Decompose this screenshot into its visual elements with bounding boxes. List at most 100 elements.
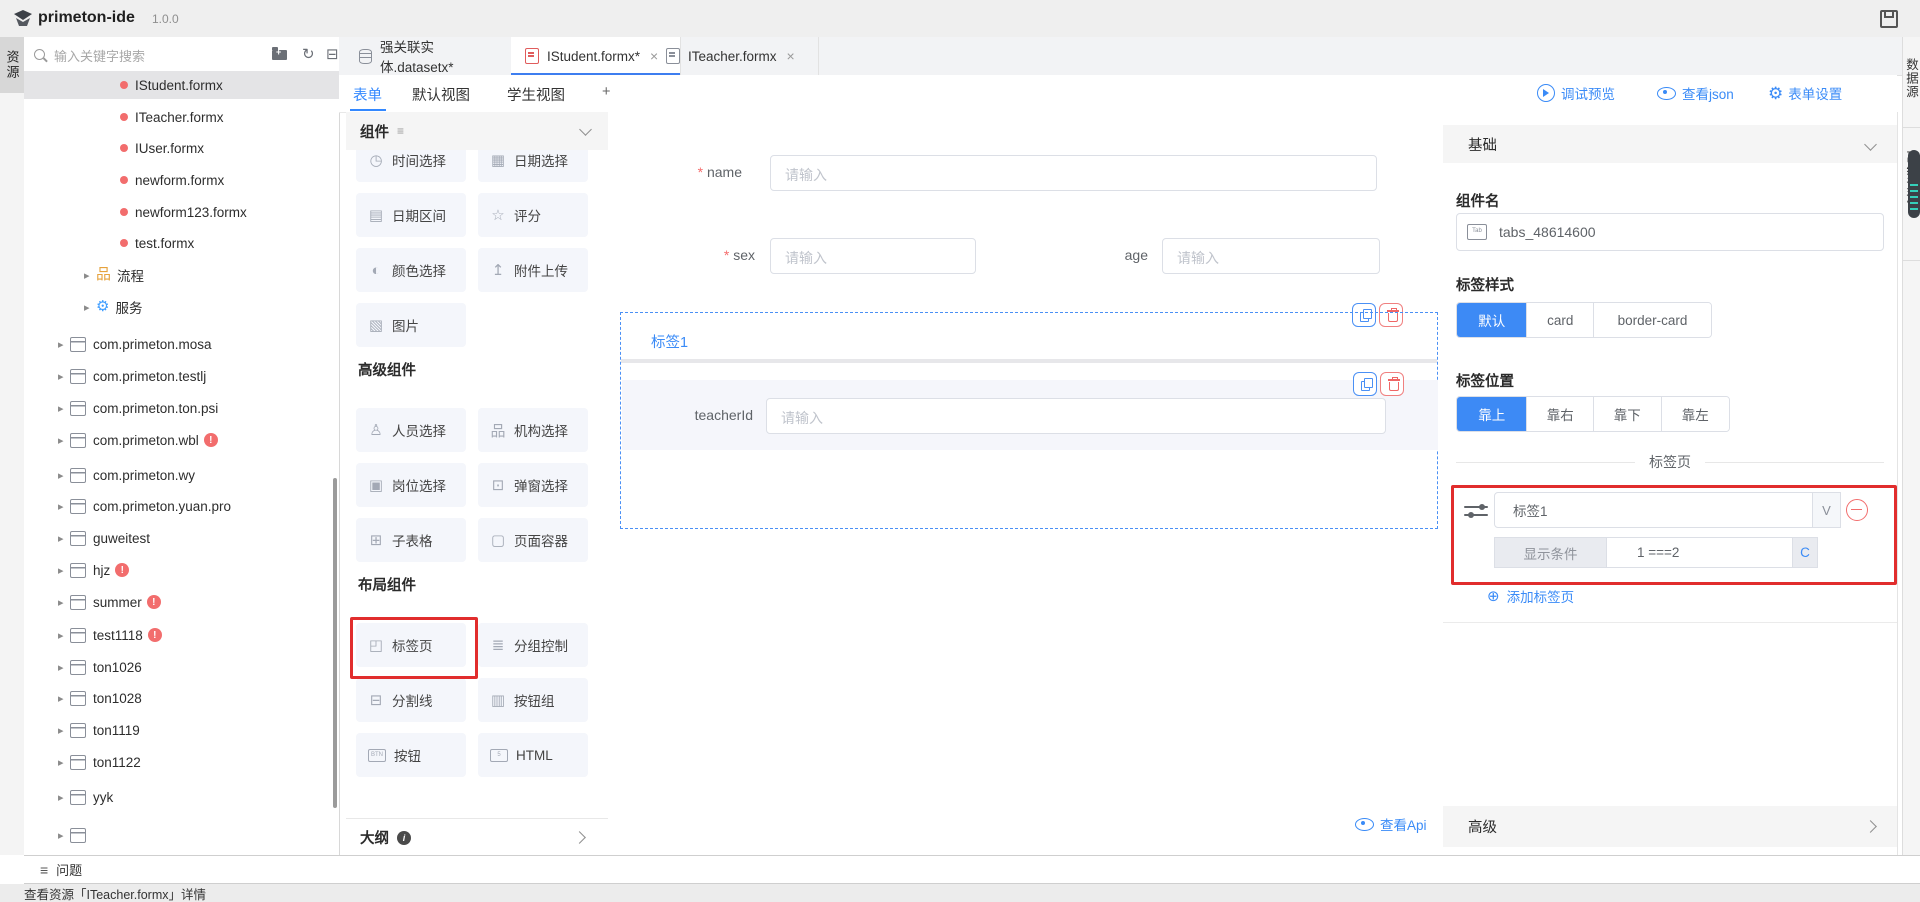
refresh-icon[interactable]: ↻ <box>302 47 315 62</box>
section-basic[interactable]: 基础 <box>1443 125 1897 163</box>
delete-field-button[interactable] <box>1380 372 1404 396</box>
palette-tile-buttongroup[interactable]: ▥按钮组 <box>478 678 588 722</box>
expand-arrow-icon[interactable]: ▸ <box>58 338 68 351</box>
tab-student-view[interactable]: 学生视图 <box>507 84 565 105</box>
expand-arrow-icon[interactable]: ▸ <box>58 564 68 577</box>
expand-arrow-icon[interactable]: ▸ <box>58 596 68 609</box>
editor-tab-iteacher[interactable]: ITeacher.formx × <box>652 37 819 75</box>
tree-item-package[interactable]: ▸ton1119 <box>24 716 340 744</box>
tree-item[interactable]: IUser.formx <box>24 134 340 162</box>
palette-tile-popup[interactable]: ⊡弹窗选择 <box>478 463 588 507</box>
add-view-button[interactable]: + <box>602 84 610 100</box>
expand-arrow-icon[interactable]: ▸ <box>58 434 68 447</box>
view-json-button[interactable]: 查看json <box>1657 83 1734 103</box>
expand-arrow-icon[interactable]: ▸ <box>58 692 68 705</box>
expand-arrow-icon[interactable]: ▸ <box>58 500 68 513</box>
palette-tile-rate[interactable]: ☆评分 <box>478 193 588 237</box>
strip-scroll-pill[interactable] <box>1908 150 1920 218</box>
style-card-button[interactable]: card <box>1526 303 1592 337</box>
tree-item-package[interactable]: ▸test1118! <box>24 621 340 649</box>
save-icon[interactable] <box>1880 10 1898 28</box>
tree-item[interactable]: test.formx <box>24 229 340 257</box>
position-bottom-button[interactable]: 靠下 <box>1593 397 1661 431</box>
tree-item-package[interactable]: ▸com.primeton.wy <box>24 461 340 489</box>
palette-tile-org[interactable]: 品机构选择 <box>478 408 588 452</box>
palette-tile-upload[interactable]: ↥附件上传 <box>478 248 588 292</box>
expand-arrow-icon[interactable]: ▸ <box>58 629 68 642</box>
palette-tile-group[interactable]: ≣分组控制 <box>478 623 588 667</box>
tree-item-package[interactable]: ▸yyk <box>24 783 340 811</box>
tree-item-package[interactable]: ▸summer! <box>24 588 340 616</box>
palette-tile-post[interactable]: ▣岗位选择 <box>356 463 466 507</box>
new-folder-icon[interactable] <box>272 50 287 60</box>
tree-item-package[interactable]: ▸com.primeton.ton.psi <box>24 394 340 422</box>
tab-form[interactable]: 表单 <box>353 84 382 105</box>
name-input[interactable]: 请输入 <box>770 155 1377 191</box>
style-border-card-button[interactable]: border-card <box>1593 303 1711 337</box>
palette-tile-person[interactable]: ♙人员选择 <box>356 408 466 452</box>
tree-item[interactable]: newform.formx <box>24 166 340 194</box>
close-icon[interactable]: × <box>787 48 795 64</box>
outline-section[interactable]: 大纲 i <box>346 818 608 855</box>
tree-item[interactable]: IStudent.formx <box>24 71 340 99</box>
style-default-button[interactable]: 默认 <box>1457 303 1526 337</box>
collapse-all-icon[interactable]: ⊟ <box>326 47 339 62</box>
view-api-link[interactable]: 查看Api <box>1355 814 1427 834</box>
palette-tile-image[interactable]: ▧图片 <box>356 303 466 347</box>
tree-item-flow[interactable]: ▸品流程 <box>24 261 340 289</box>
expand-arrow-icon[interactable]: ▸ <box>58 661 68 674</box>
sex-input[interactable]: 请输入 <box>770 238 976 274</box>
tree-item-service[interactable]: ▸⚙服务 <box>24 293 340 321</box>
expand-arrow-icon[interactable]: ▸ <box>84 269 94 282</box>
expand-arrow-icon[interactable]: ▸ <box>58 724 68 737</box>
expand-arrow-icon[interactable]: ▸ <box>58 469 68 482</box>
chevron-down-icon[interactable] <box>579 123 592 136</box>
tree-item[interactable]: ITeacher.formx <box>24 103 340 131</box>
palette-tile-subtable[interactable]: ⊞子表格 <box>356 518 466 562</box>
tab-page-label[interactable]: 标签1 <box>651 331 688 352</box>
debug-preview-button[interactable]: 调试预览 <box>1537 83 1615 103</box>
tree-item-package[interactable]: ▸com.primeton.testlj <box>24 362 340 390</box>
expand-arrow-icon[interactable]: ▸ <box>58 402 68 415</box>
palette-tile-daterange[interactable]: ▤日期区间 <box>356 193 466 237</box>
tree-item-package[interactable]: ▸com.primeton.yuan.pro <box>24 492 340 520</box>
search-input[interactable] <box>52 43 256 69</box>
chevron-right-icon[interactable] <box>573 831 586 844</box>
expand-arrow-icon[interactable]: ▸ <box>58 756 68 769</box>
tree-scrollbar[interactable] <box>333 478 337 808</box>
component-name-input[interactable]: Tab tabs_48614600 <box>1456 213 1884 251</box>
problems-bar[interactable]: ≡ 问题 <box>24 855 1920 884</box>
tab-default-view[interactable]: 默认视图 <box>412 84 470 105</box>
palette-tile-divider[interactable]: ⊟分割线 <box>356 678 466 722</box>
position-top-button[interactable]: 靠上 <box>1457 397 1526 431</box>
palette-header[interactable]: 组件 ≡ <box>346 112 608 150</box>
add-tab-link[interactable]: ⊕添加标签页 <box>1487 586 1574 606</box>
tree-item[interactable]: newform123.formx <box>24 198 340 226</box>
chevron-down-icon[interactable] <box>1864 138 1877 151</box>
tree-item-package[interactable]: ▸com.primeton.wbl! <box>24 426 340 454</box>
expand-arrow-icon[interactable]: ▸ <box>58 370 68 383</box>
copy-field-button[interactable] <box>1353 372 1377 396</box>
tree-item-package[interactable]: ▸ton1028 <box>24 684 340 712</box>
tree-item-package[interactable]: ▸ton1122 <box>24 748 340 776</box>
strip-tab-datasource[interactable]: 数据源 <box>1903 48 1920 108</box>
form-settings-button[interactable]: ⚙表单设置 <box>1768 83 1842 103</box>
position-left-button[interactable]: 靠左 <box>1661 397 1730 431</box>
tabs-component[interactable]: 标签1 teacherId 请输入 <box>620 312 1438 529</box>
chevron-right-icon[interactable] <box>1864 820 1877 833</box>
activity-tab-resources[interactable]: 资源 <box>0 37 24 93</box>
age-input[interactable]: 请输入 <box>1162 238 1380 274</box>
palette-tile-button[interactable]: BTN按钮 <box>356 733 466 777</box>
palette-tile-color[interactable]: ◐颜色选择 <box>356 248 466 292</box>
tree-item-package[interactable]: ▸guweitest <box>24 524 340 552</box>
teacherid-input[interactable]: 请输入 <box>766 398 1386 434</box>
expand-arrow-icon[interactable]: ▸ <box>58 791 68 804</box>
expand-arrow-icon[interactable]: ▸ <box>58 532 68 545</box>
expand-arrow-icon[interactable]: ▸ <box>84 301 94 314</box>
palette-tile-html[interactable]: 5HTML <box>478 733 588 777</box>
tree-item-package[interactable]: ▸com.primeton.mosa <box>24 330 340 358</box>
tree-item-clipped[interactable]: ▸ <box>24 821 340 849</box>
tree-item-package[interactable]: ▸hjz! <box>24 556 340 584</box>
section-advanced[interactable]: 高级 <box>1443 806 1897 847</box>
palette-tile-container[interactable]: ▢页面容器 <box>478 518 588 562</box>
